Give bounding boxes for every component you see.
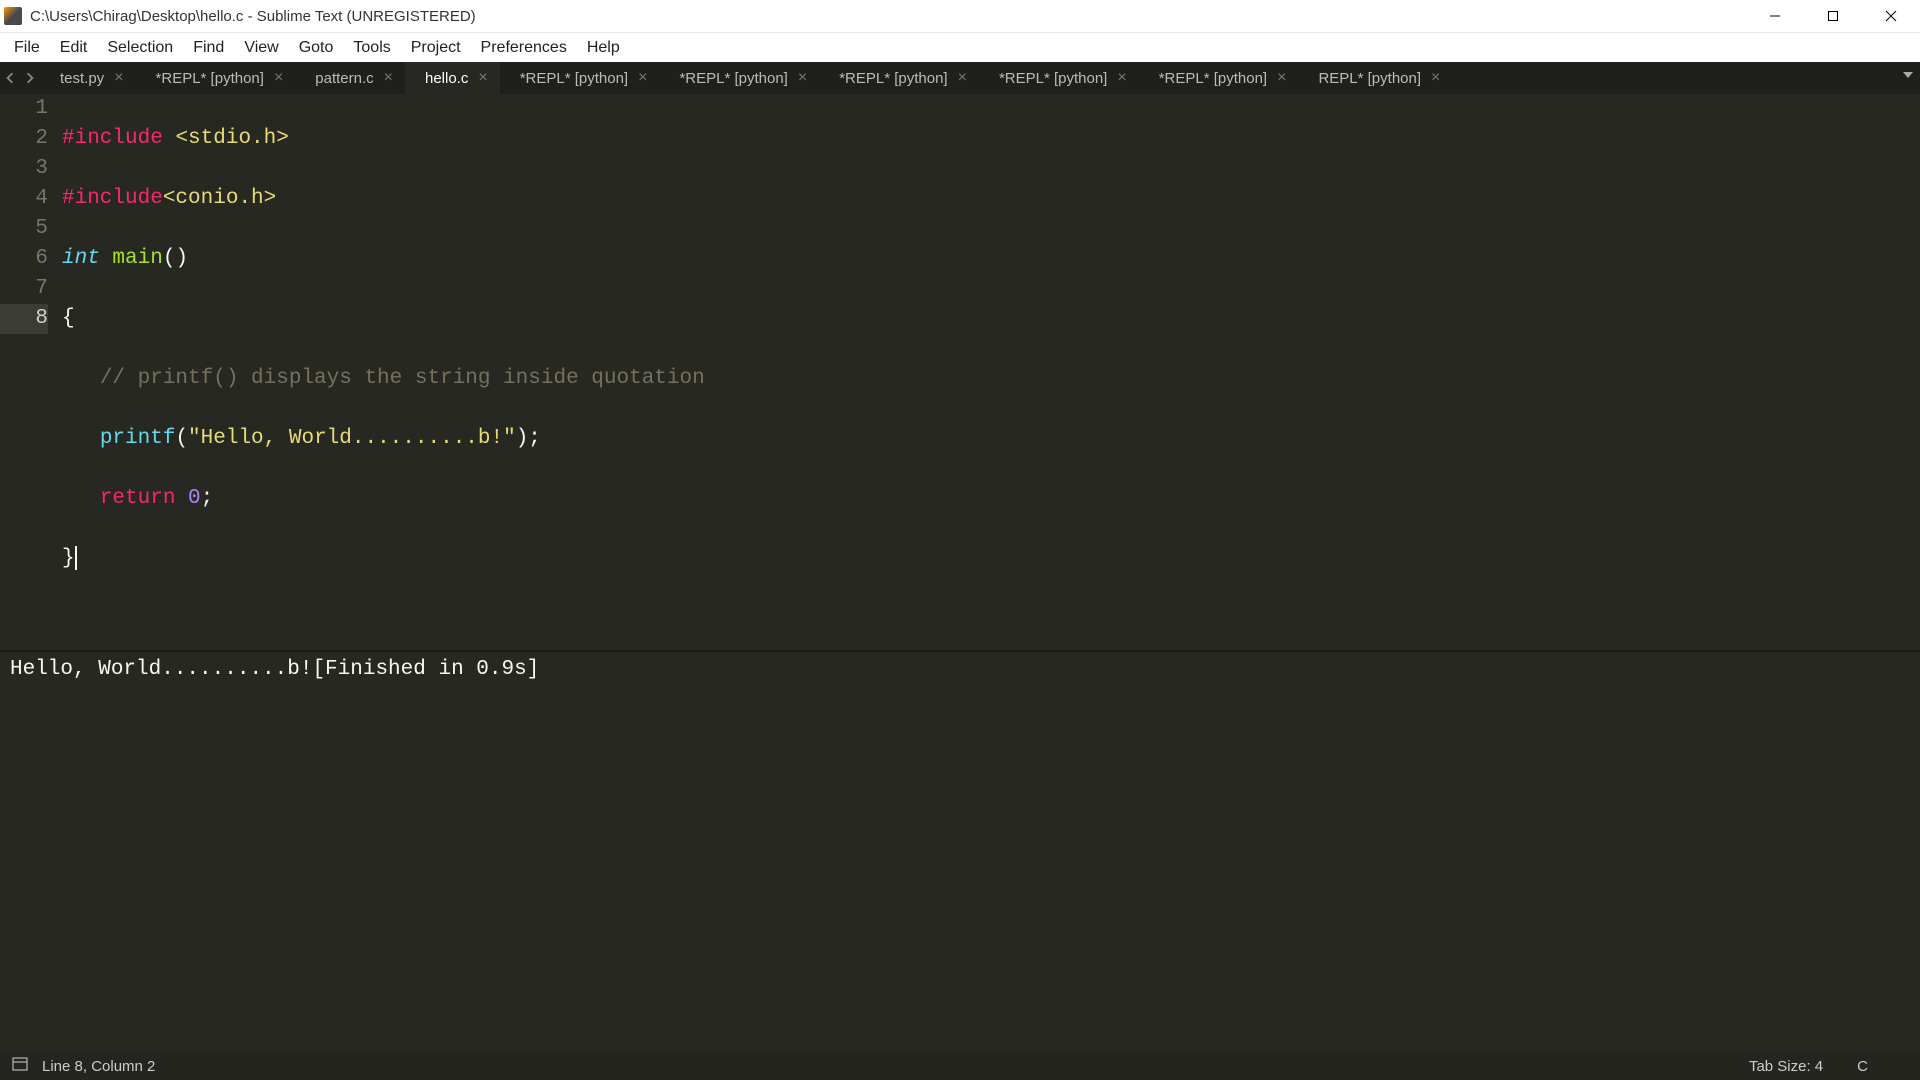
menu-view[interactable]: View bbox=[234, 36, 288, 60]
tab-close-icon[interactable]: × bbox=[1117, 69, 1126, 87]
tab-close-icon[interactable]: × bbox=[638, 69, 647, 87]
tab-repl-4[interactable]: *REPL* [python] × bbox=[819, 62, 979, 94]
tab-close-icon[interactable]: × bbox=[114, 69, 123, 87]
menu-tools[interactable]: Tools bbox=[343, 36, 400, 60]
tab-overflow-icon[interactable] bbox=[1902, 68, 1914, 85]
token-include-lib: <conio.h> bbox=[163, 187, 276, 210]
menu-edit[interactable]: Edit bbox=[50, 36, 98, 60]
token-number: 0 bbox=[188, 487, 201, 510]
token-string: "Hello, World..........b!" bbox=[188, 427, 516, 450]
statusbar: Line 8, Column 2 Tab Size: 4 C bbox=[0, 1052, 1920, 1080]
status-cursor-pos[interactable]: Line 8, Column 2 bbox=[42, 1058, 155, 1075]
token-keyword: return bbox=[100, 487, 176, 510]
menu-project[interactable]: Project bbox=[401, 36, 471, 60]
tab-repl-7[interactable]: REPL* [python] × bbox=[1298, 62, 1452, 94]
line-number: 3 bbox=[0, 154, 48, 184]
tab-close-icon[interactable]: × bbox=[958, 69, 967, 87]
tab-label: REPL* [python] bbox=[1318, 70, 1421, 87]
menu-find[interactable]: Find bbox=[183, 36, 234, 60]
tab-close-icon[interactable]: × bbox=[1277, 69, 1286, 87]
menu-selection[interactable]: Selection bbox=[97, 36, 183, 60]
token-function: main bbox=[112, 247, 162, 270]
tab-close-icon[interactable]: × bbox=[1431, 69, 1440, 87]
tab-history-forward[interactable] bbox=[20, 62, 40, 94]
token-type: int bbox=[62, 247, 100, 270]
token-preproc: #include bbox=[62, 127, 163, 150]
menu-preferences[interactable]: Preferences bbox=[471, 36, 577, 60]
line-number: 7 bbox=[0, 274, 48, 304]
tab-repl-6[interactable]: *REPL* [python] × bbox=[1139, 62, 1299, 94]
line-number: 8 bbox=[0, 304, 48, 334]
token-brace: } bbox=[62, 547, 75, 570]
tab-close-icon[interactable]: × bbox=[384, 69, 393, 87]
close-button[interactable] bbox=[1862, 0, 1920, 32]
tab-label: *REPL* [python] bbox=[839, 70, 947, 87]
status-tab-size[interactable]: Tab Size: 4 bbox=[1749, 1058, 1823, 1075]
window-title: C:\Users\Chirag\Desktop\hello.c - Sublim… bbox=[30, 8, 476, 25]
tab-label: *REPL* [python] bbox=[156, 70, 264, 87]
line-number: 2 bbox=[0, 124, 48, 154]
build-output[interactable]: Hello, World..........b![Finished in 0.9… bbox=[0, 650, 1920, 1020]
tab-label: *REPL* [python] bbox=[999, 70, 1107, 87]
text-cursor bbox=[75, 546, 77, 570]
line-number: 6 bbox=[0, 244, 48, 274]
tab-label: test.py bbox=[60, 70, 104, 87]
tab-label: *REPL* [python] bbox=[520, 70, 628, 87]
tab-close-icon[interactable]: × bbox=[798, 69, 807, 87]
tab-repl-1[interactable]: *REPL* [python] × bbox=[136, 62, 296, 94]
window-controls bbox=[1746, 0, 1920, 32]
menu-file[interactable]: File bbox=[4, 36, 50, 60]
tab-pattern-c[interactable]: pattern.c × bbox=[295, 62, 405, 94]
tab-close-icon[interactable]: × bbox=[478, 69, 487, 87]
token-include-lib: <stdio.h> bbox=[175, 127, 288, 150]
tab-label: *REPL* [python] bbox=[1159, 70, 1267, 87]
tab-repl-5[interactable]: *REPL* [python] × bbox=[979, 62, 1139, 94]
code-area[interactable]: #include <stdio.h> #include<conio.h> int… bbox=[62, 94, 1920, 650]
token-brace: { bbox=[62, 307, 75, 330]
token-comment: // printf() displays the string inside q… bbox=[100, 367, 705, 390]
line-number: 4 bbox=[0, 184, 48, 214]
tab-label: hello.c bbox=[425, 70, 468, 87]
minimize-button[interactable] bbox=[1746, 0, 1804, 32]
line-number: 5 bbox=[0, 214, 48, 244]
tabbar: test.py × *REPL* [python] × pattern.c × … bbox=[0, 62, 1920, 94]
editor[interactable]: 1 2 3 4 5 6 7 8 #include <stdio.h> #incl… bbox=[0, 94, 1920, 650]
app-icon bbox=[4, 7, 22, 25]
panel-switch-icon[interactable] bbox=[12, 1057, 28, 1075]
line-number: 1 bbox=[0, 94, 48, 124]
output-text: Hello, World..........b![Finished in 0.9… bbox=[10, 658, 539, 681]
tab-history-back[interactable] bbox=[0, 62, 20, 94]
gutter: 1 2 3 4 5 6 7 8 bbox=[0, 94, 62, 650]
tab-label: *REPL* [python] bbox=[679, 70, 787, 87]
menu-help[interactable]: Help bbox=[577, 36, 630, 60]
menu-goto[interactable]: Goto bbox=[289, 36, 344, 60]
tab-close-icon[interactable]: × bbox=[274, 69, 283, 87]
token-call: printf bbox=[100, 427, 176, 450]
token-preproc: #include bbox=[62, 187, 163, 210]
tab-test-py[interactable]: test.py × bbox=[40, 62, 136, 94]
tab-label: pattern.c bbox=[315, 70, 373, 87]
tab-repl-3[interactable]: *REPL* [python] × bbox=[659, 62, 819, 94]
tab-hello-c[interactable]: hello.c × bbox=[405, 62, 500, 94]
status-syntax[interactable]: C bbox=[1857, 1058, 1868, 1075]
menubar: File Edit Selection Find View Goto Tools… bbox=[0, 32, 1920, 62]
tab-repl-2[interactable]: *REPL* [python] × bbox=[500, 62, 660, 94]
titlebar: C:\Users\Chirag\Desktop\hello.c - Sublim… bbox=[0, 0, 1920, 32]
maximize-button[interactable] bbox=[1804, 0, 1862, 32]
